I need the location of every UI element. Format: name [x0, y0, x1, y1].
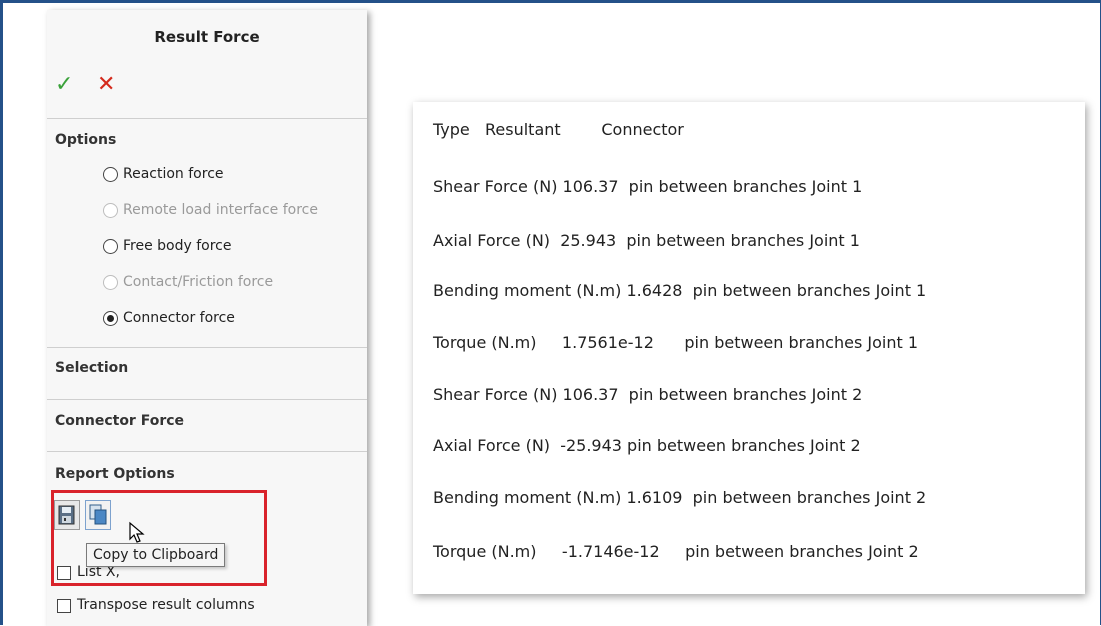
result-row: Shear Force (N) 106.37 pin between branc…	[433, 177, 863, 196]
panel-title: Result Force	[154, 28, 260, 46]
radio-button	[103, 274, 118, 290]
result-row: Torque (N.m) 1.7561e-12 pin between bran…	[433, 333, 919, 352]
tooltip: Copy to Clipboard	[86, 543, 226, 567]
section-options[interactable]: Options	[55, 132, 116, 148]
radio-free-body-force[interactable]: Free body force	[103, 236, 232, 256]
radio-button-selected[interactable]	[103, 310, 118, 326]
section-report-options[interactable]: Report Options	[55, 466, 175, 482]
checkmark-icon[interactable]: ✓	[55, 74, 73, 96]
result-row: Bending moment (N.m) 1.6428 pin between …	[433, 281, 927, 300]
radio-label: Free body force	[123, 238, 232, 254]
radio-label: Reaction force	[123, 166, 224, 182]
radio-remote-load-interface-force: Remote load interface force	[103, 200, 318, 220]
result-row: Bending moment (N.m) 1.6109 pin between …	[433, 488, 927, 507]
transpose-checkbox-label: Transpose result columns	[77, 597, 255, 613]
radio-button	[103, 202, 118, 218]
transpose-checkbox[interactable]	[57, 599, 71, 613]
radio-label: Contact/Friction force	[123, 274, 274, 290]
radio-label: Connector force	[123, 310, 235, 326]
section-selection[interactable]: Selection	[55, 360, 128, 376]
section-connector-force[interactable]: Connector Force	[55, 413, 184, 429]
radio-button[interactable]	[103, 166, 118, 182]
radio-button[interactable]	[103, 238, 118, 254]
result-row: Torque (N.m) -1.7146e-12 pin between bra…	[433, 542, 919, 561]
radio-reaction-force[interactable]: Reaction force	[103, 164, 224, 184]
divider	[47, 451, 367, 452]
divider	[47, 399, 367, 400]
result-header: Type Resultant Connector	[433, 120, 684, 139]
highlight-box	[51, 490, 267, 586]
divider	[47, 118, 367, 119]
radio-connector-force[interactable]: Connector force	[103, 308, 235, 328]
result-row: Shear Force (N) 106.37 pin between branc…	[433, 385, 863, 404]
result-row: Axial Force (N) -25.943 pin between bran…	[433, 436, 861, 455]
radio-label: Remote load interface force	[123, 202, 318, 218]
radio-contact-friction-force: Contact/Friction force	[103, 272, 273, 292]
close-icon[interactable]: ✕	[97, 74, 115, 96]
pointer-cursor-icon	[129, 521, 145, 543]
result-force-output: Type Resultant Connector Shear Force (N)…	[413, 102, 1085, 594]
result-row: Axial Force (N) 25.943 pin between branc…	[433, 231, 860, 250]
divider	[47, 347, 367, 348]
